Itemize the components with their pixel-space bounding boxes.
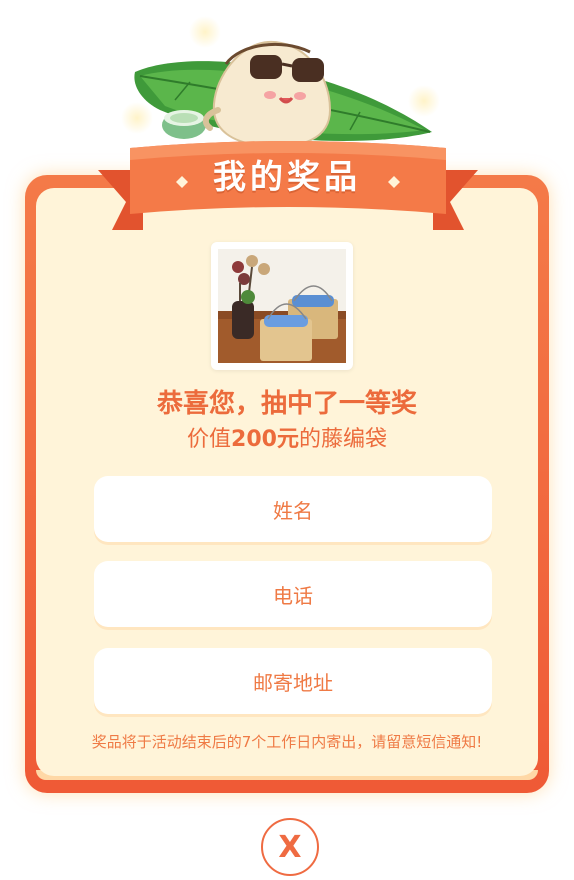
- name-input[interactable]: 姓名: [94, 476, 492, 542]
- congrats-text: 恭喜您，抽中了一等奖: [156, 389, 417, 419]
- phone-placeholder: 电话: [273, 583, 313, 608]
- close-button[interactable]: X: [261, 818, 319, 876]
- tea-cup-icon: [162, 110, 206, 139]
- shipping-notice: 奖品将于活动结束后的7个工作日内寄出，请留意短信通知!: [91, 733, 483, 751]
- prize-suffix: 的藤编袋: [298, 427, 387, 452]
- phone-input[interactable]: 电话: [94, 561, 492, 627]
- close-icon: X: [278, 829, 302, 865]
- modal-title: 我的奖品: [213, 157, 361, 196]
- prize-description: 价值200元的藤编袋: [0, 421, 574, 453]
- rice-dumpling-mascot-icon: [202, 40, 332, 148]
- name-placeholder: 姓名: [273, 498, 313, 523]
- prize-prefix: 价值: [187, 427, 232, 452]
- address-input[interactable]: 邮寄地址: [94, 648, 492, 714]
- address-placeholder: 邮寄地址: [253, 670, 333, 695]
- prize-image: [211, 242, 353, 370]
- prize-amount: 200元: [231, 427, 299, 452]
- rattan-bag-photo: [218, 249, 346, 363]
